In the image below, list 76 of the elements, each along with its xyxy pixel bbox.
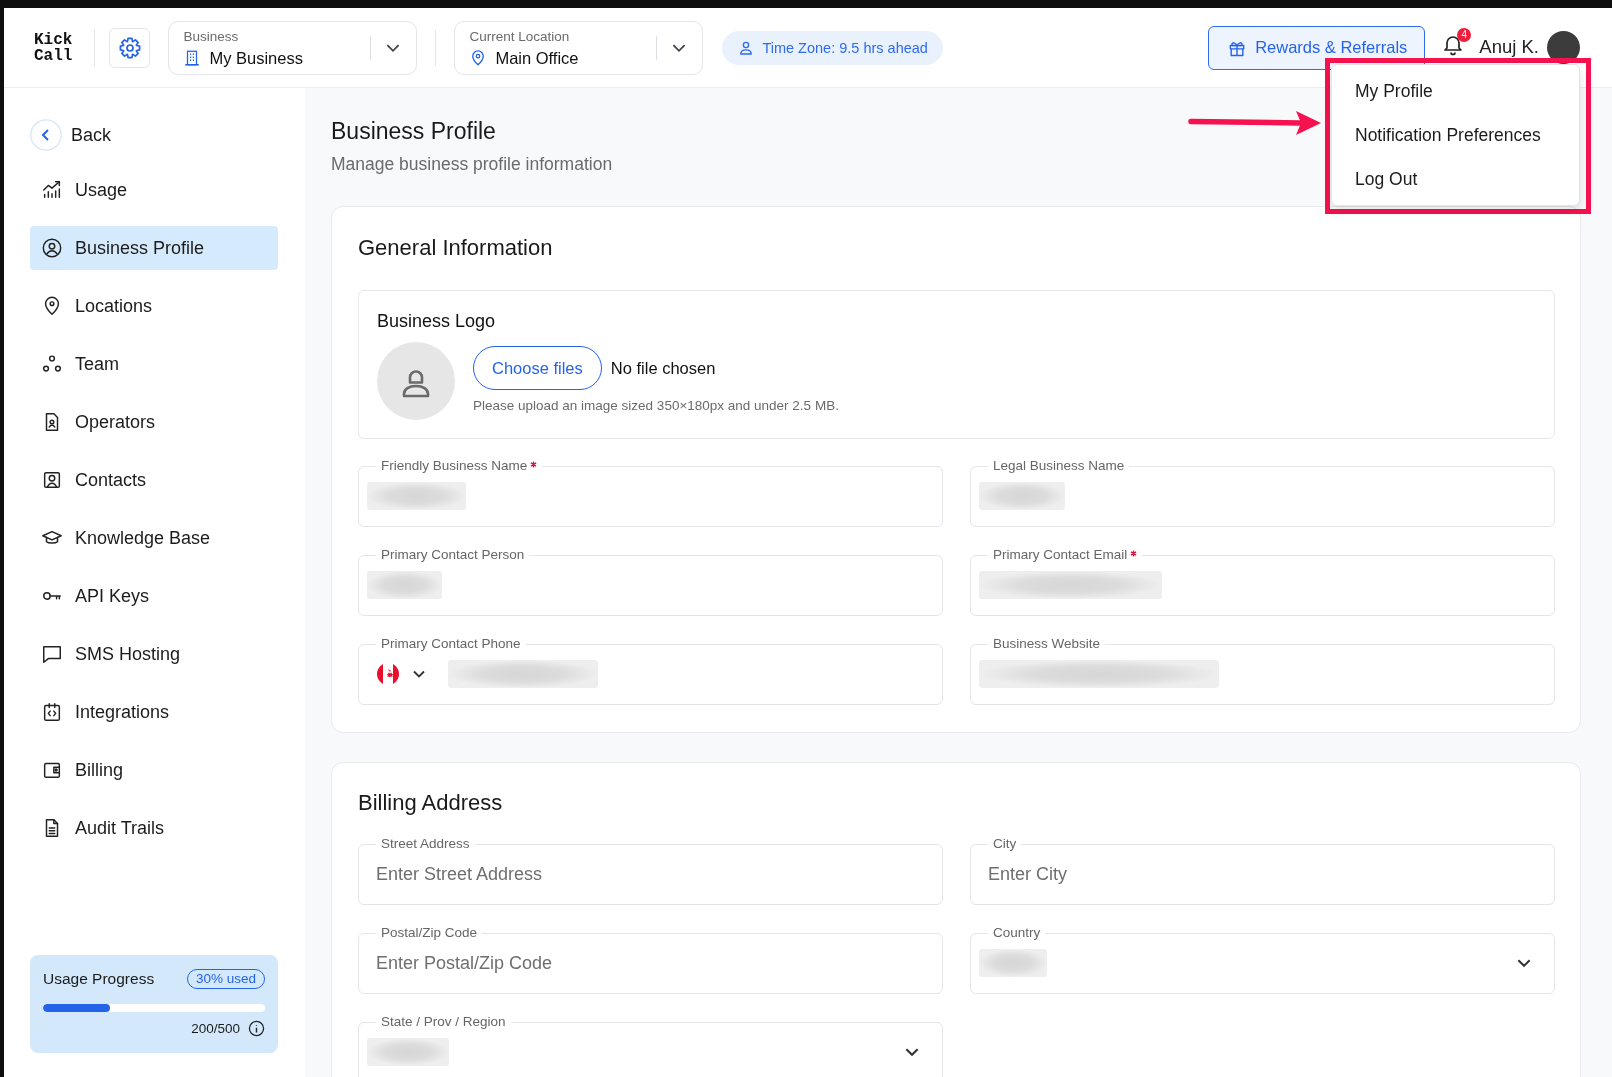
field-label: Country xyxy=(993,925,1041,941)
building-icon xyxy=(183,48,202,67)
circles-icon xyxy=(41,353,63,375)
select-value: Main Office xyxy=(495,48,579,67)
menu-item[interactable]: Notification Preferences xyxy=(1332,113,1579,158)
sidebar-item[interactable]: Billing xyxy=(30,748,278,792)
field-label: Postal/Zip Code xyxy=(381,925,478,941)
sidebar-item[interactable]: Contacts xyxy=(30,458,278,502)
select-field[interactable]: Country xyxy=(970,925,1555,994)
field-label: Primary Contact Person xyxy=(381,547,525,563)
back-button[interactable]: Back xyxy=(30,119,112,151)
logo-title: Business Logo xyxy=(377,310,496,332)
page-subtitle: Manage business profile information xyxy=(331,153,613,175)
chat-bubble-icon xyxy=(41,643,63,665)
notification-badge: 4 xyxy=(1457,27,1472,42)
field-label: Business Website xyxy=(993,636,1101,652)
select-value: My Business xyxy=(209,48,303,67)
input-field[interactable]: Enter Street Address xyxy=(376,863,925,885)
settings-button[interactable] xyxy=(109,27,151,68)
contact-card-icon xyxy=(41,469,63,491)
timezone-text: Time Zone: 9.5 hrs ahead xyxy=(762,39,928,56)
sidebar-item[interactable]: Knowledge Base xyxy=(30,516,278,560)
file-status: No file chosen xyxy=(610,358,716,378)
logo-text: Kick Call xyxy=(34,31,73,64)
section-title: General Information xyxy=(358,234,553,262)
field-label: Friendly Business Name xyxy=(381,458,528,474)
field-label: State / Prov / Region xyxy=(381,1014,506,1030)
field-label: Primary Contact Email xyxy=(993,547,1128,563)
input-field[interactable]: Enter Postal/Zip Code xyxy=(376,952,925,974)
usage-count: 200/500 xyxy=(191,1020,240,1036)
menu-item[interactable]: My Profile xyxy=(1332,70,1579,114)
phone-field[interactable]: Primary Contact Phone xyxy=(358,636,943,705)
bar-chart-icon xyxy=(41,179,63,201)
location-select[interactable]: Current Location Main Office xyxy=(454,20,704,75)
choose-files-button[interactable]: Choose files xyxy=(473,346,602,390)
sidebar-item[interactable]: Operators xyxy=(30,400,278,444)
text-field[interactable]: Legal Business Name xyxy=(970,458,1555,527)
text-field[interactable]: Business Website xyxy=(970,636,1555,705)
avatar-placeholder-icon xyxy=(377,342,455,420)
text-field[interactable]: Postal/Zip Code Enter Postal/Zip Code xyxy=(358,925,943,994)
text-field[interactable]: Primary Contact Email xyxy=(970,547,1555,616)
user-circle-icon xyxy=(41,237,63,259)
code-clipboard-icon xyxy=(41,701,63,723)
sidebar-item[interactable]: Audit Trails xyxy=(30,806,278,850)
field-label: City xyxy=(993,836,1017,852)
sidebar-item[interactable]: API Keys xyxy=(30,574,278,618)
menu-item[interactable]: Log Out xyxy=(1332,157,1579,201)
sidebar-item[interactable]: SMS Hosting xyxy=(30,632,278,676)
sidebar-item[interactable]: Usage xyxy=(30,168,278,212)
text-field[interactable]: Street Address Enter Street Address xyxy=(358,836,943,905)
section-title: Billing Address xyxy=(358,789,503,817)
upload-hint: Please upload an image sized 350×180px and under 2.5 MB. xyxy=(473,398,839,414)
settings-icon xyxy=(117,35,142,60)
sidebar-item[interactable]: Business Profile xyxy=(30,226,278,270)
select-label: Current Location xyxy=(469,28,571,45)
select-label: Business xyxy=(183,28,240,45)
field-label: Street Address xyxy=(381,836,470,852)
sidebar-item[interactable]: Integrations xyxy=(30,690,278,734)
select-field[interactable]: State / Prov / Region xyxy=(358,1014,943,1077)
field-label: Legal Business Name xyxy=(993,458,1125,474)
page-title: Business Profile xyxy=(331,117,496,145)
input-field[interactable]: Enter City xyxy=(988,863,1537,885)
user-menu-button[interactable]: Anuj K. xyxy=(1479,29,1580,64)
info-icon[interactable] xyxy=(248,1019,265,1037)
text-field[interactable]: City Enter City xyxy=(970,836,1555,905)
business-select[interactable]: Business My Business xyxy=(168,20,418,75)
usage-title: Usage Progress xyxy=(43,970,155,988)
sidebar-item[interactable]: Locations xyxy=(30,284,278,328)
text-field[interactable]: Primary Contact Person xyxy=(358,547,943,616)
rewards-button[interactable]: Rewards & Referrals xyxy=(1208,25,1426,70)
field-label: Primary Contact Phone xyxy=(381,636,521,652)
notifications-button[interactable]: 4 xyxy=(1441,29,1469,58)
chevron-left-icon xyxy=(30,119,62,151)
flag-icon xyxy=(377,663,399,685)
text-field[interactable]: Friendly Business Name xyxy=(358,458,943,527)
sidebar-item[interactable]: Team xyxy=(30,342,278,386)
